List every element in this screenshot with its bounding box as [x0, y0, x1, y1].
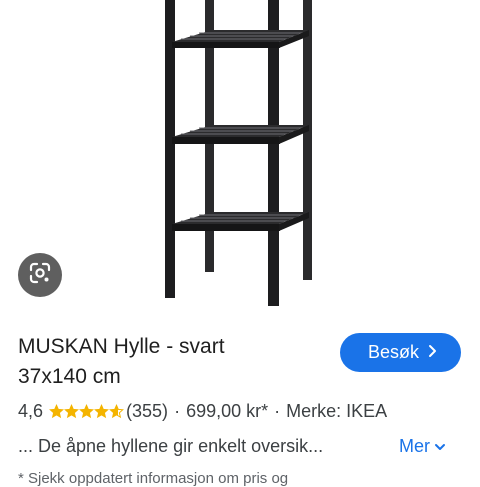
price: 699,00 kr* — [186, 401, 269, 421]
star-icon — [49, 404, 64, 419]
review-count: (355) — [126, 401, 169, 421]
more-label: Mer — [399, 436, 430, 456]
separator: · — [174, 401, 181, 421]
star-icon — [79, 404, 94, 419]
shelf-product-photo — [165, 0, 312, 306]
google-lens-icon — [29, 262, 51, 289]
google-lens-button[interactable] — [18, 253, 62, 297]
chevron-down-icon — [434, 438, 446, 454]
price-disclaimer: * Sjekk oppdatert informasjon om pris og — [18, 470, 289, 487]
star-icon — [64, 404, 79, 419]
product-title[interactable]: MUSKAN Hylle - svart 37x140 cm — [18, 332, 318, 392]
rating-stars — [49, 404, 124, 419]
visit-button-label: Besøk — [367, 342, 419, 362]
product-title-line2: 37x140 cm — [18, 365, 121, 388]
more-link[interactable]: Mer — [399, 436, 446, 457]
star-icon — [109, 404, 124, 419]
star-icon — [94, 404, 109, 419]
product-meta: 4,6 (355) · 699,00 kr* · Merke: IKEA — [18, 401, 478, 422]
rating-value: 4,6 — [18, 401, 44, 421]
product-image[interactable] — [0, 0, 480, 318]
description-text: ... De åpne hyllene gir enkelt oversik..… — [18, 436, 324, 456]
product-description: ... De åpne hyllene gir enkelt oversik..… — [18, 436, 478, 457]
product-title-line1: MUSKAN Hylle - svart — [18, 335, 225, 358]
chevron-right-icon — [428, 342, 437, 363]
separator: · — [274, 401, 281, 421]
visit-button[interactable]: Besøk — [340, 333, 461, 372]
brand: Merke: IKEA — [286, 401, 388, 421]
